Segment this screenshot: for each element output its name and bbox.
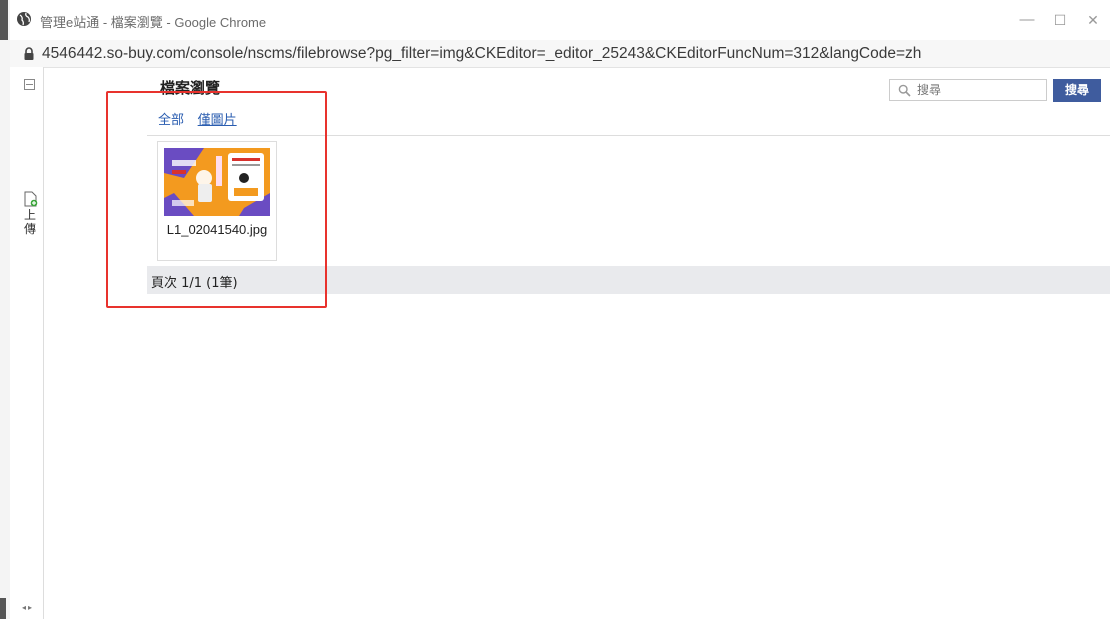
search-input[interactable]: [917, 81, 1042, 99]
highlight-box: [106, 91, 327, 308]
file-browser-sidebar: 上傳 ◂▸: [10, 67, 44, 619]
maximize-button[interactable]: ☐: [1045, 8, 1075, 32]
close-button[interactable]: ✕: [1078, 8, 1108, 32]
background-page-edge: [0, 0, 8, 40]
background-page-edge-bottom: [0, 598, 6, 619]
search-box[interactable]: [889, 79, 1047, 101]
window-titlebar: 管理e站通 - 檔案瀏覽 - Google Chrome — ☐ ✕: [10, 0, 1110, 41]
search-icon: [898, 84, 911, 97]
background-page-strip: [0, 0, 10, 619]
scroll-arrows-icon[interactable]: ◂▸: [22, 603, 34, 612]
lock-icon: [24, 47, 34, 60]
upload-file-icon[interactable]: [24, 191, 38, 207]
globe-icon: [17, 12, 31, 26]
search-button[interactable]: 搜尋: [1053, 79, 1101, 102]
minimize-button[interactable]: —: [1012, 8, 1042, 32]
collapse-icon[interactable]: [24, 79, 35, 90]
address-bar[interactable]: 4546442.so-buy.com/console/nscms/filebro…: [10, 40, 1110, 68]
upload-label[interactable]: 上傳: [24, 208, 36, 236]
url-text[interactable]: 4546442.so-buy.com/console/nscms/filebro…: [42, 45, 921, 63]
window-title: 管理e站通 - 檔案瀏覽 - Google Chrome: [40, 15, 267, 30]
